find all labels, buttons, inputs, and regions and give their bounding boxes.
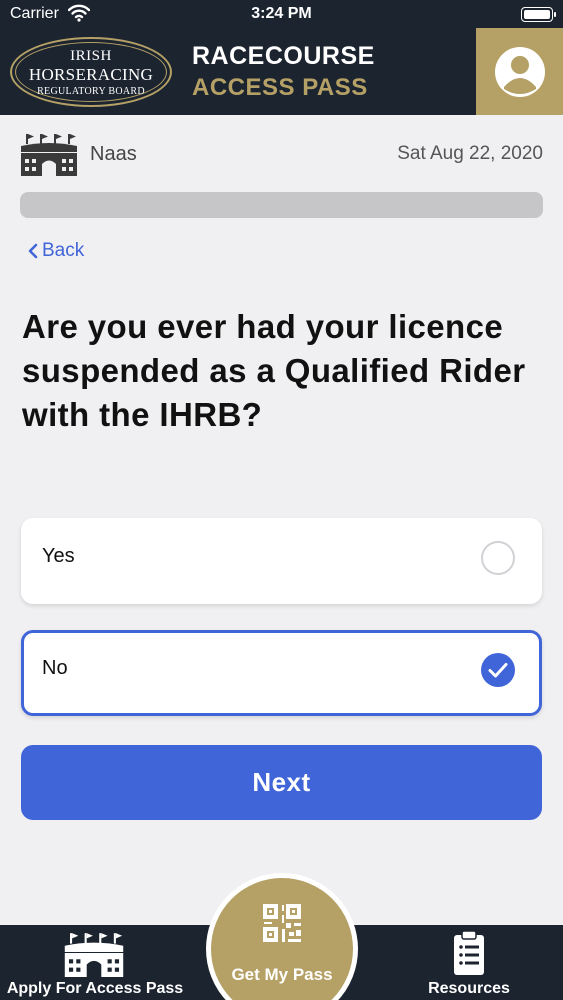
- ihrb-logo: IRISH HORSERACING REGULATORY BOARD: [10, 37, 172, 107]
- option-no[interactable]: No: [21, 630, 542, 716]
- tab-apply-for-access-pass[interactable]: Apply For Access Pass: [0, 925, 190, 1000]
- profile-button[interactable]: [476, 28, 563, 115]
- logo-line-1: IRISH: [70, 48, 112, 64]
- qr-code-icon: [262, 903, 302, 948]
- option-yes[interactable]: Yes: [21, 518, 542, 604]
- app-title: RACECOURSE: [192, 42, 375, 70]
- venue-name: Naas: [90, 143, 137, 165]
- checkmark-icon: [488, 663, 508, 678]
- tab-label: Get My Pass: [231, 965, 333, 984]
- question-text: Are you ever had your licence suspended …: [22, 308, 526, 433]
- radio-checked-icon[interactable]: [481, 653, 515, 687]
- venue-row: Naas Sat Aug 22, 2020: [20, 126, 543, 176]
- back-label: Back: [42, 240, 85, 261]
- logo-line-3: REGULATORY BOARD: [37, 86, 145, 97]
- battery-icon: [521, 7, 556, 22]
- tab-label: Apply For Access Pass: [6, 980, 184, 997]
- next-button[interactable]: Next: [21, 745, 542, 820]
- status-bar: Carrier 3:24 PM: [0, 0, 563, 28]
- tab-label: Resources: [428, 980, 510, 997]
- venue-date: Sat Aug 22, 2020: [397, 143, 543, 164]
- racecourse-stand-icon: [63, 929, 125, 982]
- option-label: No: [42, 657, 68, 679]
- logo-line-2: HORSERACING: [28, 65, 154, 84]
- chevron-left-icon: [28, 243, 38, 259]
- back-button[interactable]: Back: [28, 240, 84, 262]
- user-avatar-icon: [494, 46, 545, 97]
- app-header: IRISH HORSERACING REGULATORY BOARD RACEC…: [0, 28, 563, 115]
- clock: 3:24 PM: [251, 5, 312, 22]
- radio-unchecked-icon[interactable]: [481, 541, 515, 575]
- progress-bar: [20, 192, 543, 218]
- clipboard-list-icon: [452, 930, 486, 981]
- tab-resources[interactable]: Resources: [375, 925, 563, 1000]
- app-subtitle: ACCESS PASS: [192, 74, 368, 101]
- get-my-pass-button[interactable]: Get My Pass: [206, 873, 358, 1000]
- option-label: Yes: [42, 545, 75, 567]
- racecourse-stand-icon: [20, 130, 78, 181]
